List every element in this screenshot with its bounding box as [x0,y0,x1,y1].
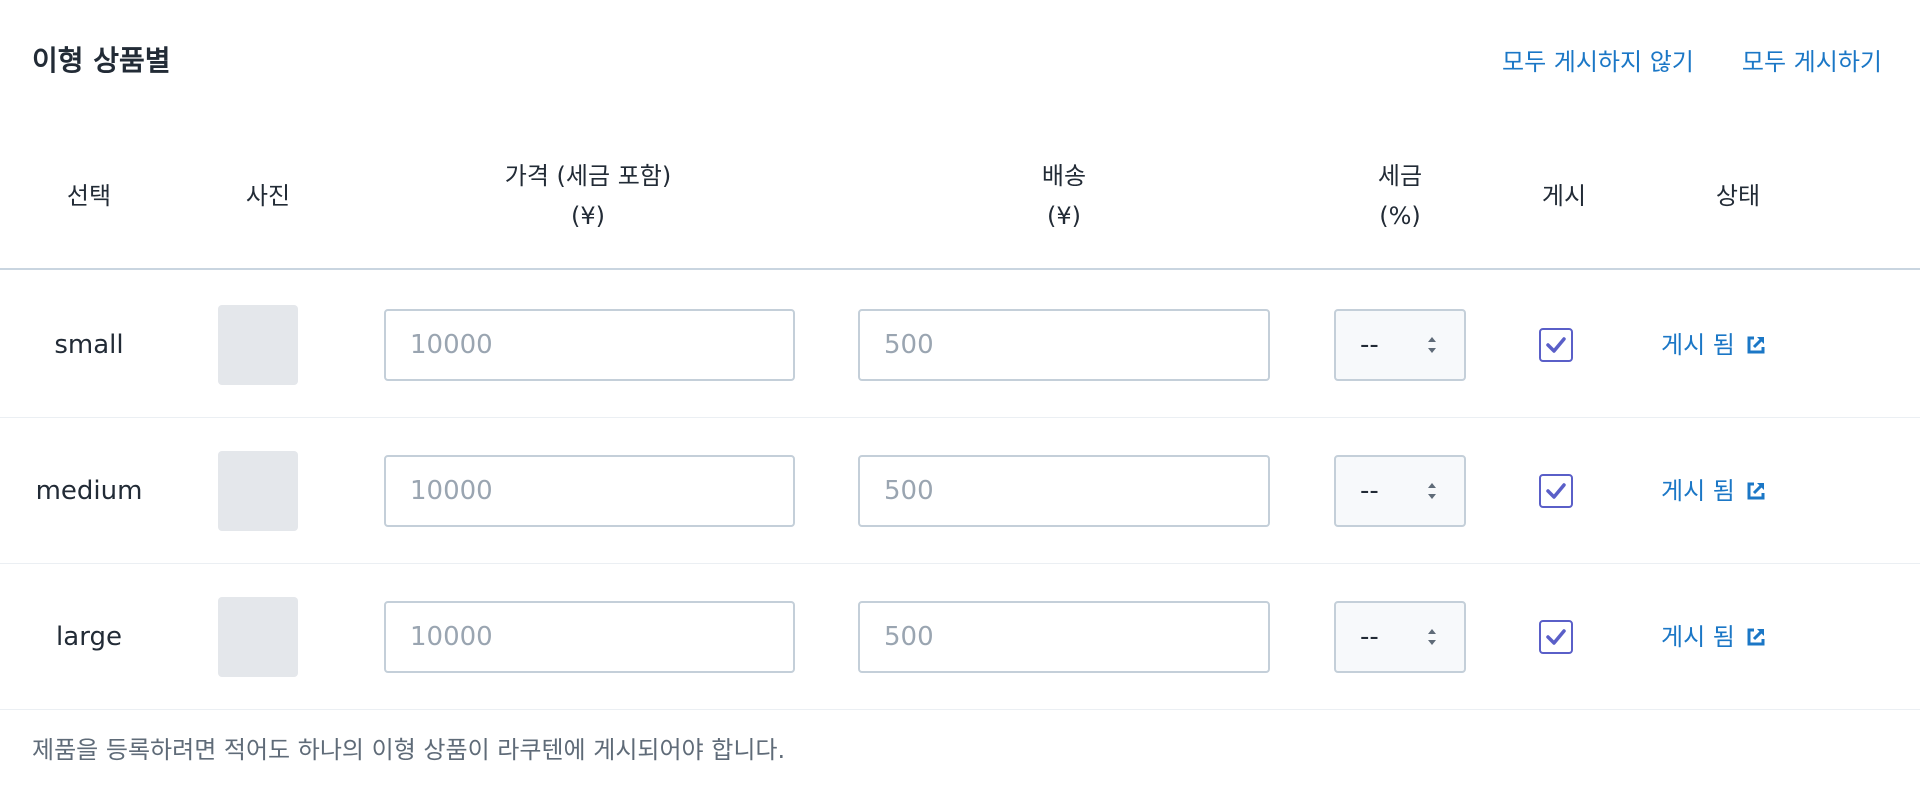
header-select: 선택 [66,182,112,210]
header-price-label: 가격 (세금 포함) [504,162,672,190]
header-shipping: 배송 (¥) [1042,156,1086,236]
sort-arrows-icon [1428,628,1436,645]
checkmark-icon [1546,628,1566,645]
price-input[interactable] [384,600,795,673]
tax-select[interactable]: -- [1334,600,1466,673]
status-published-link[interactable]: 게시 됨 [1661,473,1767,509]
price-input[interactable] [384,308,795,381]
variant-name: medium [35,475,143,506]
header-shipping-unit: (¥) [1046,202,1081,230]
section-title: 이형 상품별 [32,44,171,77]
table-header: 선택 사진 가격 (세금 포함) (¥) 배송 (¥) 세금 (%) 게시 상태 [0,150,1920,270]
checkmark-icon [1546,336,1566,353]
tax-select-value: -- [1360,621,1379,652]
header-shipping-label: 배송 [1041,162,1087,190]
variant-photo[interactable] [218,304,298,385]
sort-arrows-icon [1428,336,1436,353]
checkmark-icon [1546,482,1566,499]
variant-photo[interactable] [218,450,298,531]
unpublish-all-link[interactable]: 모두 게시하지 않기 [1502,44,1694,80]
external-link-icon [1747,482,1765,499]
header-price-unit: (¥) [571,202,605,230]
header-photo: 사진 [245,182,291,210]
tax-select[interactable]: -- [1334,454,1466,527]
variant-name: small [54,329,124,360]
shipping-input[interactable] [858,308,1270,381]
publish-checkbox[interactable] [1539,619,1573,654]
status-label: 게시 됨 [1661,330,1735,359]
table-row: small -- 게시 됨 [0,272,1920,418]
external-link-icon [1747,336,1765,353]
tax-select[interactable]: -- [1334,308,1466,381]
publish-requirement-note: 제품을 등록하려면 적어도 하나의 이형 상품이 라쿠텐에 게시되어야 합니다. [32,736,786,764]
variant-name: large [56,621,122,652]
publish-all-link[interactable]: 모두 게시하기 [1742,44,1882,80]
variant-photo[interactable] [218,596,298,677]
tax-select-value: -- [1360,329,1379,360]
header-publish: 게시 [1541,182,1587,210]
variant-section: 이형 상품별 모두 게시하지 않기 모두 게시하기 선택 사진 가격 (세금 포… [0,0,1920,808]
bulk-actions: 모두 게시하지 않기 모두 게시하기 [1502,44,1882,80]
shipping-input[interactable] [858,600,1270,673]
publish-checkbox[interactable] [1539,473,1573,508]
tax-select-value: -- [1360,475,1379,506]
header-price: 가격 (세금 포함) (¥) [505,156,671,236]
status-label: 게시 됨 [1661,622,1735,651]
sort-arrows-icon [1428,482,1436,499]
status-published-link[interactable]: 게시 됨 [1661,327,1767,363]
table-row: medium -- 게시 됨 [0,418,1920,564]
price-input[interactable] [384,454,795,527]
header-tax-label: 세금 [1377,162,1423,190]
table-row: large -- 게시 됨 [0,564,1920,710]
status-published-link[interactable]: 게시 됨 [1661,619,1767,655]
publish-checkbox[interactable] [1539,327,1573,362]
header-tax-unit: (%) [1379,202,1421,230]
shipping-input[interactable] [858,454,1270,527]
header-status: 상태 [1715,182,1761,210]
status-label: 게시 됨 [1661,476,1735,505]
header-tax: 세금 (%) [1378,156,1422,236]
external-link-icon [1747,628,1765,645]
